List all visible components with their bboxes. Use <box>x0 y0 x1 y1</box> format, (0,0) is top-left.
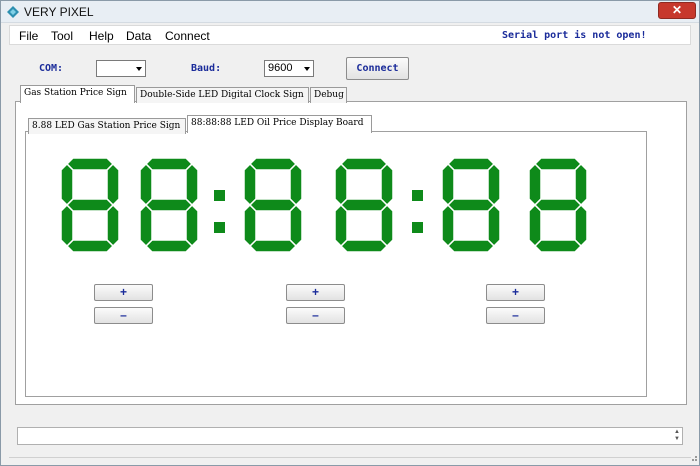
digit-segment-e <box>334 203 348 248</box>
resize-grip-icon[interactable] <box>689 453 698 462</box>
baud-value: 9600 <box>268 62 293 74</box>
digit-segment-f <box>60 162 74 207</box>
window-title: VERY PIXEL <box>24 5 94 19</box>
close-button[interactable]: ✕ <box>658 2 696 19</box>
digit-segment-c <box>574 203 588 248</box>
title-bar[interactable]: VERY PIXEL ✕ <box>1 1 699 23</box>
chevron-down-icon <box>136 67 142 71</box>
status-divider <box>9 457 691 458</box>
colon-dot <box>214 190 225 201</box>
digit-segment-e <box>528 203 542 248</box>
baud-select[interactable]: 9600 <box>264 60 314 77</box>
digit-segment-g <box>339 198 389 212</box>
menu-tool[interactable]: Tool <box>51 29 73 43</box>
menu-file[interactable]: File <box>19 29 38 43</box>
digit-segment-c <box>106 203 120 248</box>
digit-segment-b <box>106 162 120 207</box>
seconds-minus-button[interactable]: – <box>486 307 545 324</box>
seven-segment-digit <box>441 157 501 253</box>
oil-price-display-panel: + – + – + – <box>25 131 647 397</box>
serial-status-text: Serial port is not open! <box>502 30 647 41</box>
digit-segment-d <box>144 239 194 253</box>
digit-segment-f <box>139 162 153 207</box>
minutes-minus-button[interactable]: – <box>286 307 345 324</box>
tab-debug[interactable]: Debug <box>310 87 347 103</box>
digit-segment-a <box>533 157 583 171</box>
digit-segment-d <box>446 239 496 253</box>
digit-segment-b <box>289 162 303 207</box>
digit-segment-g <box>248 198 298 212</box>
log-input[interactable]: ▲ ▼ <box>17 427 683 445</box>
digit-segment-d <box>65 239 115 253</box>
digit-segment-a <box>65 157 115 171</box>
close-icon: ✕ <box>671 3 683 17</box>
digit-segment-g <box>65 198 115 212</box>
menu-data[interactable]: Data <box>126 29 151 43</box>
digit-segment-c <box>487 203 501 248</box>
digit-segment-f <box>441 162 455 207</box>
seven-segment-digit <box>60 157 120 253</box>
digit-segment-d <box>339 239 389 253</box>
digit-segment-e <box>60 203 74 248</box>
digit-segment-g <box>144 198 194 212</box>
digit-segment-e <box>441 203 455 248</box>
digit-segment-b <box>380 162 394 207</box>
digit-segment-b <box>487 162 501 207</box>
colon-dot <box>412 190 423 201</box>
digit-segment-b <box>185 162 199 207</box>
com-label: COM: <box>39 63 64 74</box>
digit-segment-e <box>243 203 257 248</box>
seven-segment-digit <box>334 157 394 253</box>
digit-segment-d <box>248 239 298 253</box>
scroll-arrows-icon[interactable]: ▲ ▼ <box>674 429 680 443</box>
digit-segment-d <box>533 239 583 253</box>
digit-segment-e <box>139 203 153 248</box>
menu-bar: File Tool Help Data Connect Serial port … <box>9 25 691 45</box>
com-select[interactable] <box>96 60 146 77</box>
connect-button[interactable]: Connect <box>346 57 409 80</box>
seven-segment-digit <box>243 157 303 253</box>
seven-segment-digit <box>528 157 588 253</box>
digit-segment-g <box>446 198 496 212</box>
colon-dot <box>214 222 225 233</box>
digit-segment-b <box>574 162 588 207</box>
digit-segment-a <box>339 157 389 171</box>
seven-segment-display <box>60 157 588 253</box>
digit-segment-f <box>243 162 257 207</box>
digit-segment-a <box>446 157 496 171</box>
app-window: VERY PIXEL ✕ File Tool Help Data Connect… <box>0 0 700 466</box>
menu-connect[interactable]: Connect <box>165 29 210 43</box>
tab-double-side-clock[interactable]: Double-Side LED Digital Clock Sign <box>136 87 309 103</box>
chevron-down-icon <box>304 67 310 71</box>
colon-dot <box>412 222 423 233</box>
seconds-plus-button[interactable]: + <box>486 284 545 301</box>
app-logo-icon <box>7 6 19 18</box>
digit-segment-c <box>289 203 303 248</box>
seven-segment-digit <box>139 157 199 253</box>
minutes-plus-button[interactable]: + <box>286 284 345 301</box>
digit-segment-c <box>380 203 394 248</box>
menu-help[interactable]: Help <box>89 29 114 43</box>
baud-label: Baud: <box>191 63 222 74</box>
subtab-oil-price-board[interactable]: 88:88:88 LED Oil Price Display Board <box>187 115 372 133</box>
digit-segment-g <box>533 198 583 212</box>
digit-segment-c <box>185 203 199 248</box>
digit-segment-a <box>144 157 194 171</box>
digit-segment-f <box>334 162 348 207</box>
digit-segment-f <box>528 162 542 207</box>
tab-gas-station-price-sign[interactable]: Gas Station Price Sign <box>20 85 135 103</box>
hours-minus-button[interactable]: – <box>94 307 153 324</box>
digit-segment-a <box>248 157 298 171</box>
hours-plus-button[interactable]: + <box>94 284 153 301</box>
subtab-888-gas-price[interactable]: 8.88 LED Gas Station Price Sign <box>28 118 186 134</box>
